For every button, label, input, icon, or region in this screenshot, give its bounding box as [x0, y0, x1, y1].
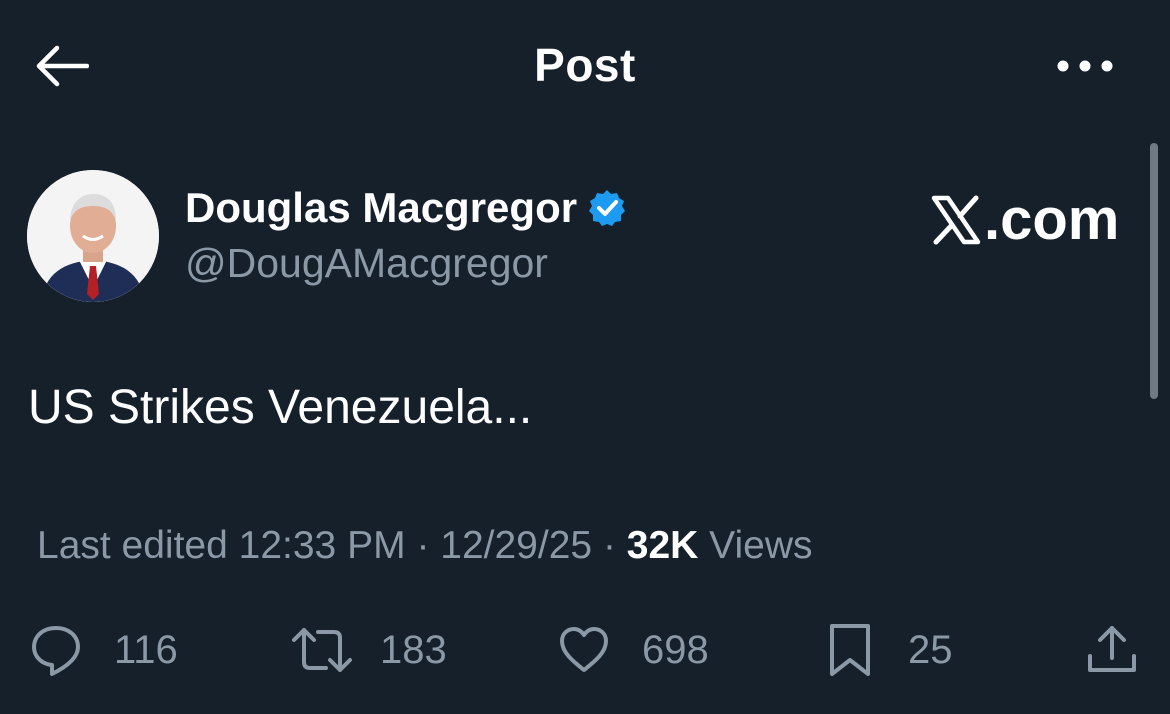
more-horizontal-icon [1057, 60, 1113, 72]
post-page: Post Douglas Macgregor @DougAMacgregor .… [0, 0, 1170, 714]
avatar-portrait [27, 170, 159, 302]
author-name[interactable]: Douglas Macgregor [185, 184, 627, 232]
author-name-text: Douglas Macgregor [185, 184, 578, 231]
share-button[interactable] [1084, 620, 1140, 680]
reply-count: 116 [114, 627, 178, 672]
avatar[interactable] [27, 170, 159, 302]
meta-separator: · [602, 524, 616, 567]
reply-icon [32, 626, 80, 676]
page-title: Post [534, 39, 636, 91]
share-icon [1088, 626, 1136, 672]
verified-badge-icon [587, 188, 627, 228]
x-logo-icon [931, 195, 981, 244]
author-handle[interactable]: @DougAMacgregor [185, 240, 548, 287]
meta-separator: · [416, 524, 430, 567]
more-options-button[interactable] [1052, 44, 1118, 88]
reply-button[interactable]: 116 [28, 620, 178, 680]
bookmark-icon [830, 624, 870, 676]
repost-button[interactable]: 183 [290, 620, 447, 680]
post-text: US Strikes Venezuela... [28, 381, 533, 434]
repost-icon [292, 628, 352, 672]
watermark-suffix: .com [984, 187, 1120, 252]
repost-count: 183 [380, 627, 447, 672]
x-com-watermark: .com [930, 186, 1119, 253]
scrollbar[interactable] [1150, 143, 1158, 399]
action-bar: 116 183 698 25 [0, 620, 1170, 680]
post-time[interactable]: 12:33 PM [239, 524, 406, 567]
views-label[interactable]: Views [709, 524, 812, 567]
bookmark-count: 25 [908, 627, 953, 672]
like-count: 698 [642, 627, 709, 672]
views-count[interactable]: 32K [627, 524, 699, 567]
post-meta: Last edited 12:33 PM · 12/29/25 · 32K Vi… [37, 524, 813, 568]
post-date[interactable]: 12/29/25 [440, 524, 592, 567]
like-button[interactable]: 698 [556, 620, 709, 680]
bookmark-button[interactable]: 25 [822, 620, 953, 680]
edited-label[interactable]: Last edited [37, 524, 228, 567]
heart-icon [560, 627, 608, 672]
